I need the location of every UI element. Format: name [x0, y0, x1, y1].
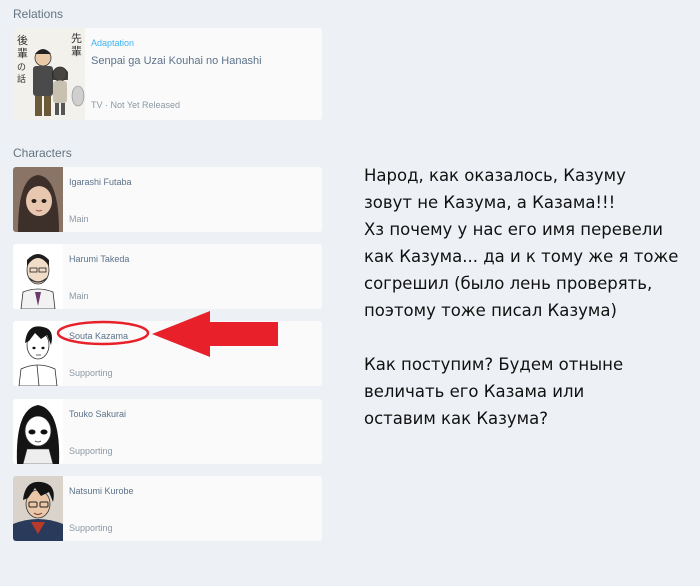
highlight-arrow-icon — [152, 311, 278, 357]
annotation-text: Народ, как оказалось, Казуму зовут не Ка… — [364, 166, 679, 428]
highlight-circle — [56, 320, 150, 346]
